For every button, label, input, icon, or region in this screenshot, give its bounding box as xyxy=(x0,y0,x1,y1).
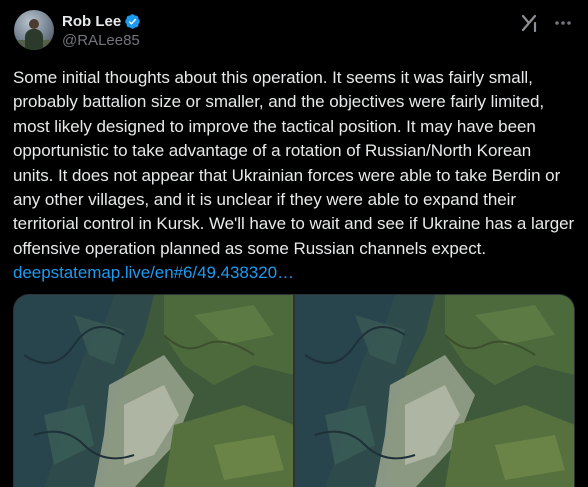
author-name-row: Rob Lee xyxy=(62,11,141,31)
author-handle[interactable]: @RALee85 xyxy=(62,32,140,49)
tweet-card: Rob Lee @RALee85 Some initial thoughts a… xyxy=(0,0,588,487)
media-image-left[interactable] xyxy=(14,295,293,487)
grok-icon[interactable] xyxy=(520,13,540,33)
tweet-text: Some initial thoughts about this operati… xyxy=(13,66,575,286)
tweet-media-grid xyxy=(13,294,575,487)
tweet-body-text: Some initial thoughts about this operati… xyxy=(13,68,575,258)
avatar[interactable] xyxy=(14,10,54,50)
more-options-icon[interactable] xyxy=(552,12,574,34)
tweet-link[interactable]: deepstatemap.live/en#6/49.438320… xyxy=(13,261,575,285)
satellite-map-image xyxy=(14,295,293,487)
media-image-right[interactable] xyxy=(295,295,574,487)
author-display-name[interactable]: Rob Lee xyxy=(62,13,121,30)
satellite-map-image xyxy=(295,295,574,487)
verified-badge-icon xyxy=(125,13,140,29)
tweet-header: Rob Lee @RALee85 xyxy=(14,10,574,56)
